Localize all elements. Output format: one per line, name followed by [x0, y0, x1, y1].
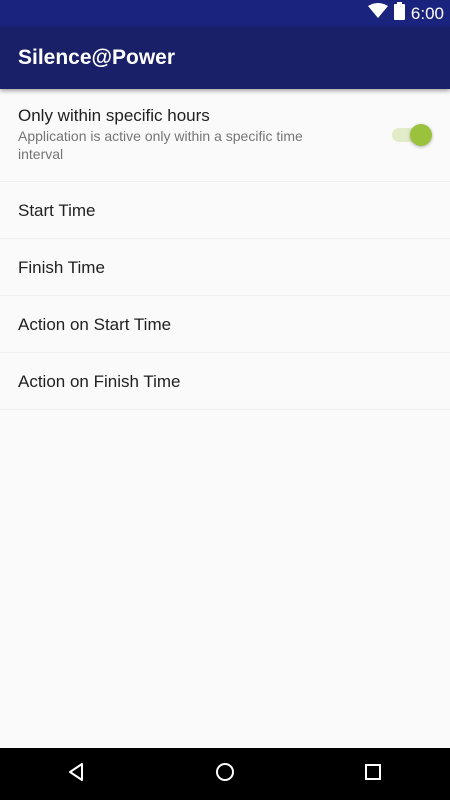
status-bar: 6:00	[0, 0, 450, 27]
navigation-bar	[0, 748, 450, 800]
home-icon	[214, 761, 236, 788]
pref-finish-time[interactable]: Finish Time	[0, 239, 450, 296]
back-button[interactable]	[46, 748, 106, 800]
pref-finish-time-title: Finish Time	[18, 258, 105, 277]
within-specific-hours-switch[interactable]	[390, 123, 434, 147]
status-time: 6:00	[410, 4, 444, 23]
pref-within-specific-hours[interactable]: Only within specific hours Application i…	[0, 89, 450, 182]
app-title: Silence@Power	[18, 46, 176, 69]
back-icon	[65, 761, 87, 788]
recents-button[interactable]	[343, 748, 403, 800]
pref-action-on-finish-time[interactable]: Action on Finish Time	[0, 353, 450, 410]
recents-icon	[362, 761, 384, 788]
settings-list: Only within specific hours Application i…	[0, 89, 450, 410]
pref-within-specific-hours-title: Only within specific hours	[18, 106, 210, 125]
home-button[interactable]	[195, 748, 255, 800]
status-icons: 6:00	[367, 0, 444, 27]
pref-action-on-start-time[interactable]: Action on Start Time	[0, 296, 450, 353]
pref-start-time[interactable]: Start Time	[0, 182, 450, 239]
app-bar: Silence@Power	[0, 27, 450, 89]
pref-start-time-title: Start Time	[18, 201, 96, 220]
pref-action-on-start-time-title: Action on Start Time	[18, 315, 172, 334]
pref-action-on-finish-time-title: Action on Finish Time	[18, 372, 181, 391]
switch-thumb	[410, 124, 432, 146]
pref-within-specific-hours-summary: Application is active only within a spec…	[18, 128, 303, 162]
battery-icon	[393, 2, 405, 25]
wifi-icon	[367, 3, 388, 24]
